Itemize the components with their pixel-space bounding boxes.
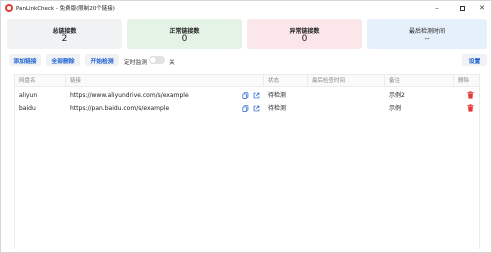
cell-name: aliyun: [19, 92, 38, 99]
table-header: 网盘名 链接 状态 最后检查时间 备注 删除: [15, 75, 479, 87]
cell-link: https://www.aliyundrive.com/s/example: [70, 92, 189, 99]
app-window: PanLinkCheck - 免费版(限制20个链接) – ✕ 总链接数 2 正…: [0, 0, 492, 253]
header-name[interactable]: 网盘名: [15, 75, 66, 87]
cell-name: baidu: [19, 105, 36, 112]
start-check-button[interactable]: 开始检测: [85, 54, 119, 66]
window-title: PanLinkCheck - 免费版(限制20个链接): [16, 6, 115, 12]
cell-remark: 示例2: [389, 92, 405, 99]
add-link-button[interactable]: 添加链接: [9, 54, 41, 66]
stat-total-value: 2: [61, 34, 68, 44]
close-button[interactable]: ✕: [472, 1, 492, 15]
stat-card-normal: 正常链接数 0: [127, 19, 242, 49]
settings-button[interactable]: 设置: [462, 54, 487, 66]
stat-card-last-check: 最后检测时间 --: [367, 19, 487, 49]
app-logo-icon: [5, 4, 13, 12]
cell-link: https://pan.baidu.com/s/example: [70, 105, 170, 112]
header-remark[interactable]: 备注: [385, 75, 454, 87]
trash-icon[interactable]: [467, 91, 474, 99]
copy-icon[interactable]: [242, 105, 249, 112]
timer-monitor-label: 定时监测: [124, 60, 148, 66]
delete-all-button[interactable]: 全部删除: [46, 54, 80, 66]
cell-status: 待检测: [268, 105, 287, 112]
stat-card-abnormal: 异常链接数 0: [247, 19, 362, 49]
stat-last-check-label: 最后检测时间: [408, 28, 445, 35]
stat-abnormal-value: 0: [301, 34, 308, 44]
copy-icon[interactable]: [242, 92, 249, 99]
stat-last-check-value: --: [424, 35, 430, 43]
stat-card-total: 总链接数 2: [7, 19, 122, 49]
header-status[interactable]: 状态: [264, 75, 308, 87]
header-delete[interactable]: 删除: [454, 75, 479, 87]
cell-last-check: [308, 89, 385, 102]
cell-status: 待检测: [268, 92, 287, 99]
table-row[interactable]: baidu https://pan.baidu.com/s/example 待检…: [15, 102, 479, 115]
open-external-icon[interactable]: [253, 105, 260, 112]
maximize-icon: [459, 5, 465, 11]
stat-normal-value: 0: [181, 34, 188, 44]
cell-remark: 示例: [389, 105, 402, 112]
toggle-knob: [150, 57, 156, 63]
open-external-icon[interactable]: [253, 92, 260, 99]
header-last-check[interactable]: 最后检查时间: [308, 75, 385, 87]
minimize-button[interactable]: –: [427, 1, 447, 15]
title-bar: PanLinkCheck - 免费版(限制20个链接) – ✕: [1, 1, 491, 15]
table-row[interactable]: aliyun https://www.aliyundrive.com/s/exa…: [15, 89, 479, 102]
timer-monitor-state: 关: [169, 60, 175, 66]
cell-last-check: [308, 102, 385, 115]
links-table: 网盘名 链接 状态 最后检查时间 备注 删除 aliyun https://ww…: [14, 74, 480, 249]
trash-icon[interactable]: [467, 104, 474, 112]
maximize-button[interactable]: [452, 1, 472, 15]
header-link[interactable]: 链接: [66, 75, 264, 87]
timer-monitor-toggle[interactable]: [149, 56, 165, 64]
